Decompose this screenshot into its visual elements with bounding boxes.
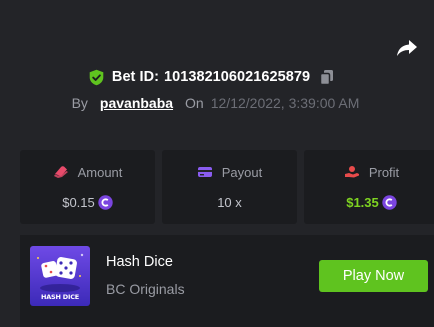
copy-icon[interactable]: [319, 69, 335, 86]
bet-id-label: Bet ID:: [111, 69, 159, 85]
coin-icon: [98, 194, 113, 210]
profit-icon: [344, 165, 360, 179]
bet-stats: Amount $0.15 Payout 10 x Profit $1.35: [20, 150, 434, 224]
stat-profit-label: Profit: [368, 164, 400, 180]
game-title: Hash Dice: [106, 254, 173, 270]
bet-date: 12/12/2022, 3:39:00 AM: [210, 95, 360, 111]
coin-icon: [382, 194, 397, 210]
bet-meta-row: By pavanbaba On 12/12/2022, 3:39:00 AM: [0, 92, 434, 114]
stat-profit-value: $1.35: [346, 194, 379, 210]
bet-details-panel: Bet ID: 101382106021625879 By pavanbaba …: [0, 0, 434, 327]
stat-amount-value: $0.15: [62, 194, 95, 210]
game-thumbnail[interactable]: HASH DICE: [30, 246, 90, 306]
game-card: HASH DICE Hash Dice BC Originals Play No…: [20, 235, 434, 327]
game-subtitle: BC Originals: [106, 281, 185, 297]
game-thumbnail-label: HASH DICE: [40, 293, 80, 301]
on-label: On: [185, 95, 204, 111]
verified-shield-icon: [88, 69, 105, 86]
bet-id-value: 101382106021625879: [164, 69, 311, 85]
stat-amount: Amount $0.15: [20, 150, 155, 224]
share-icon: [397, 40, 417, 56]
share-button[interactable]: [394, 37, 420, 59]
stat-profit: Profit $1.35: [304, 150, 434, 224]
stat-payout-label: Payout: [221, 164, 263, 180]
amount-icon: [53, 165, 69, 179]
stat-payout: Payout 10 x: [162, 150, 297, 224]
payout-icon: [197, 165, 213, 179]
by-label: By: [71, 95, 88, 111]
stat-payout-value: 10 x: [217, 194, 242, 210]
bet-id-row: Bet ID: 101382106021625879: [0, 66, 434, 88]
username-link[interactable]: pavanbaba: [100, 95, 173, 111]
play-now-button[interactable]: Play Now: [319, 260, 428, 292]
stat-amount-label: Amount: [77, 164, 123, 180]
